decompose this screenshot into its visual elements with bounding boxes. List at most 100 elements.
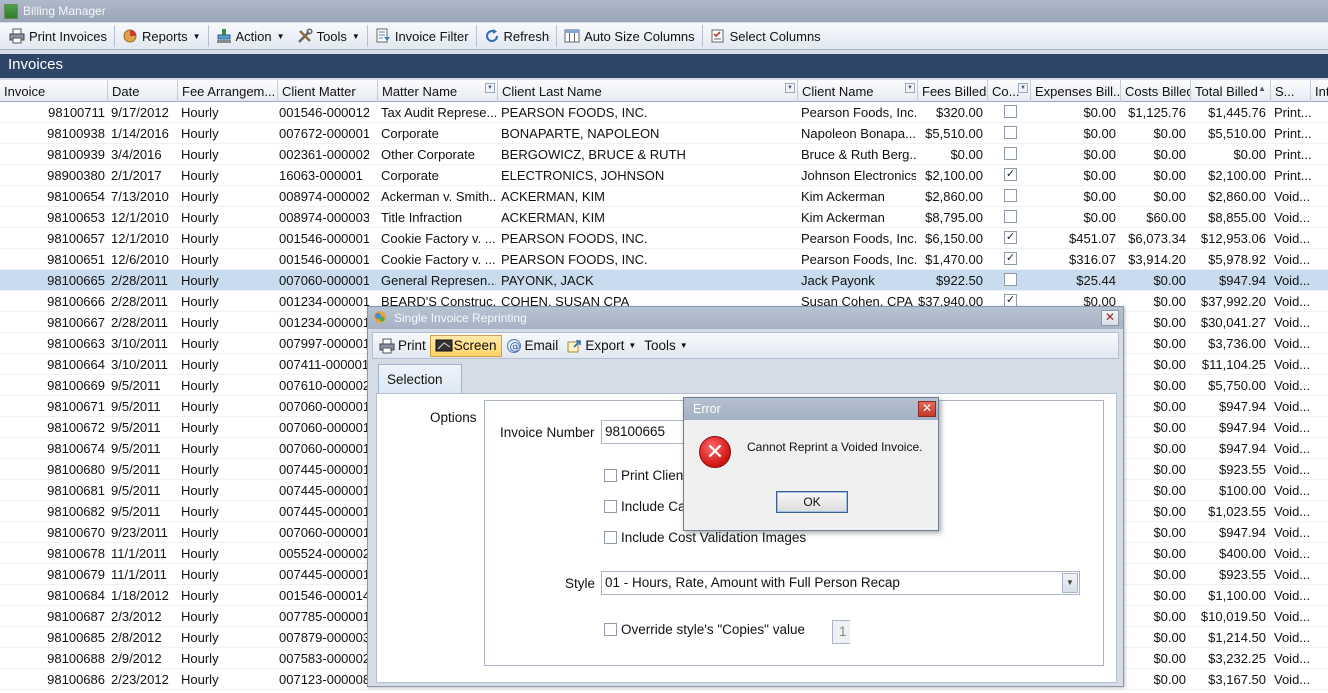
reports-menu-button[interactable]: Reports ▼: [116, 24, 206, 48]
print-client-checkbox[interactable]: [604, 469, 617, 482]
error-dialog-close-button[interactable]: ✕: [918, 401, 936, 417]
cell-status: Void...: [1274, 672, 1311, 687]
cell-invoice: 98100667: [47, 315, 105, 330]
table-row[interactable]: 98100939 3/4/2016 Hourly 002361-000002 Other…: [0, 144, 1328, 165]
cell-status: Void...: [1274, 378, 1311, 393]
copies-value-input[interactable]: 1: [832, 620, 850, 644]
chevron-down-icon[interactable]: ▼: [1062, 573, 1078, 593]
window-title: Billing Manager: [23, 4, 106, 18]
column-header-client-name-cell[interactable]: Client Name ▼: [798, 80, 918, 102]
cell-costs: $0.00: [1153, 189, 1186, 204]
co-checkbox[interactable]: [1004, 189, 1017, 202]
column-header-client-matter[interactable]: Client Matter: [278, 80, 378, 102]
auto-size-columns-button[interactable]: Auto Size Columns: [558, 24, 701, 48]
cell-invoice: 98900380: [47, 168, 105, 183]
cell-date: 9/5/2011: [111, 399, 161, 414]
cell-costs: $0.00: [1153, 609, 1186, 624]
table-row[interactable]: 98900380 2/1/2017 Hourly 16063-000001 Corpor…: [0, 165, 1328, 186]
reprint-dialog-close-button[interactable]: ✕: [1101, 310, 1119, 326]
filter-icon[interactable]: ▼: [1018, 83, 1028, 93]
co-checkbox[interactable]: ✓: [1004, 231, 1017, 244]
printer-icon: [9, 28, 25, 44]
cell-matter: 007997-000001: [279, 336, 369, 351]
select-columns-label: Select Columns: [729, 28, 821, 44]
cell-date: 12/1/2010: [111, 231, 169, 246]
co-checkbox[interactable]: [1004, 147, 1017, 160]
toolbar-separator: [556, 25, 558, 47]
style-select[interactable]: 01 - Hours, Rate, Amount with Full Perso…: [601, 571, 1080, 595]
cell-matter: 007445-000001: [279, 483, 369, 498]
invoice-filter-button[interactable]: Invoice Filter: [369, 24, 475, 48]
cell-fee: Hourly: [181, 147, 219, 162]
reprint-print-button[interactable]: Print: [375, 335, 430, 357]
column-header-total-billed-cell[interactable]: Total Billed ▲: [1191, 80, 1271, 102]
cell-matter: 002361-000002: [279, 147, 369, 162]
reprint-export-label: Export: [585, 338, 625, 353]
cell-costs: $0.00: [1153, 399, 1186, 414]
cell-client: Pearson Foods, Inc.: [801, 105, 916, 120]
column-header-fee-arrangement[interactable]: Fee Arrangem...: [178, 80, 278, 102]
cell-last: ACKERMAN, KIM: [501, 189, 606, 204]
co-checkbox[interactable]: [1004, 210, 1017, 223]
table-row[interactable]: 98100665 2/28/2011 Hourly 007060-000001 Gene…: [0, 270, 1328, 291]
filter-icon[interactable]: ▼: [905, 83, 915, 93]
column-header-invoice[interactable]: Invoice: [0, 80, 108, 102]
column-header-co-cell[interactable]: Co... ▼: [988, 80, 1031, 102]
co-checkbox[interactable]: [1004, 105, 1017, 118]
include-cost-validation-checkbox[interactable]: [604, 531, 617, 544]
column-header-status[interactable]: S...: [1271, 80, 1311, 102]
cell-exp: $0.00: [1083, 168, 1116, 183]
reports-icon: [122, 28, 138, 44]
include-ca-checkbox[interactable]: [604, 500, 617, 513]
table-row[interactable]: 98100657 12/1/2010 Hourly 001546-000001 Cook…: [0, 228, 1328, 249]
reprint-dialog-titlebar[interactable]: Single Invoice Reprinting: [368, 307, 1123, 329]
filter-icon[interactable]: ▼: [785, 83, 795, 93]
action-menu-button[interactable]: Action ▼: [210, 24, 291, 48]
co-checkbox[interactable]: [1004, 273, 1017, 286]
co-checkbox[interactable]: ✓: [1004, 252, 1017, 265]
cell-total: $1,100.00: [1208, 588, 1266, 603]
column-header-date[interactable]: Date: [108, 80, 178, 102]
cell-matter: 008974-000003: [279, 210, 369, 225]
cell-invoice: 98100653: [47, 210, 105, 225]
reprint-email-button[interactable]: @ Email: [502, 335, 563, 357]
column-header-costs-billed[interactable]: Costs Billed: [1121, 80, 1191, 102]
error-dialog-title[interactable]: Error: [684, 398, 938, 420]
co-checkbox[interactable]: ✓: [1004, 168, 1017, 181]
cell-date: 3/4/2016: [111, 147, 162, 162]
table-row[interactable]: 98100938 1/14/2016 Hourly 007672-000001 Corp…: [0, 123, 1328, 144]
columns-icon: [564, 28, 580, 44]
column-header-fees-billed[interactable]: Fees Billed: [918, 80, 988, 102]
cell-costs: $0.00: [1153, 525, 1186, 540]
column-header-int[interactable]: Int: [1311, 80, 1328, 102]
column-header-matter-name-cell[interactable]: Matter Name ▼: [378, 80, 498, 102]
override-copies-checkbox[interactable]: [604, 623, 617, 636]
options-label: Options: [430, 410, 477, 425]
reprint-export-menu-button[interactable]: Export ▼: [562, 335, 640, 357]
print-invoices-label: Print Invoices: [29, 28, 108, 44]
cell-exp: $0.00: [1083, 210, 1116, 225]
table-row[interactable]: 98100651 12/6/2010 Hourly 001546-000001 Cook…: [0, 249, 1328, 270]
refresh-button[interactable]: Refresh: [478, 24, 556, 48]
error-ok-button[interactable]: OK: [776, 491, 848, 513]
tab-selection[interactable]: Selection: [378, 364, 462, 394]
table-row[interactable]: 98100711 9/17/2012 Hourly 001546-000012 Tax …: [0, 102, 1328, 123]
print-invoices-button[interactable]: Print Invoices: [3, 24, 113, 48]
table-row[interactable]: 98100654 7/13/2010 Hourly 008974-000002 Acke…: [0, 186, 1328, 207]
tools-menu-button[interactable]: Tools ▼: [291, 24, 366, 48]
cell-invoice: 98100686: [47, 672, 105, 687]
cell-date: 9/5/2011: [111, 483, 161, 498]
column-header-expenses-billed[interactable]: Expenses Bill...: [1031, 80, 1121, 102]
cell-matter: 007060-000001: [279, 441, 369, 456]
co-checkbox[interactable]: [1004, 126, 1017, 139]
select-columns-button[interactable]: Select Columns: [704, 24, 827, 48]
filter-icon[interactable]: ▼: [485, 83, 495, 93]
column-header-client-last-name-cell[interactable]: Client Last Name ▼: [498, 80, 798, 102]
table-row[interactable]: 98100653 12/1/2010 Hourly 008974-000003 Titl…: [0, 207, 1328, 228]
cell-invoice: 98100938: [47, 126, 105, 141]
cell-invoice: 98100674: [47, 441, 105, 456]
reprint-tools-menu-button[interactable]: Tools ▼: [640, 335, 691, 357]
reprint-screen-button[interactable]: Screen: [429, 334, 502, 357]
cell-fee: Hourly: [181, 651, 219, 666]
toolbar-separator: [207, 25, 209, 47]
